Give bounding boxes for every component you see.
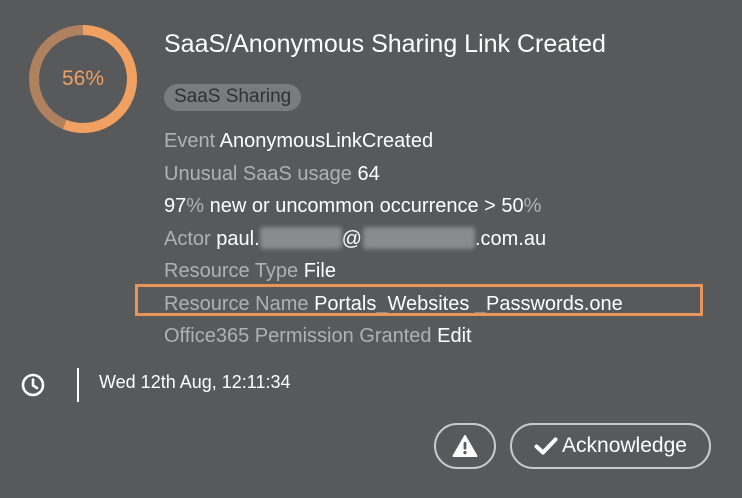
score-value: 56% bbox=[61, 67, 105, 90]
occurrence-pct-2: 50 bbox=[501, 195, 524, 217]
resource-type-value: File bbox=[303, 260, 336, 282]
detail-row-actor: Actor paul. @ .com.au bbox=[164, 223, 623, 256]
occurrence-sign-2: % bbox=[523, 195, 542, 217]
acknowledge-button[interactable]: Acknowledge bbox=[510, 423, 711, 469]
redacted-name bbox=[259, 226, 342, 249]
event-label: Event bbox=[164, 130, 216, 152]
detail-row-permission: Office365 Permission Granted Edit bbox=[164, 320, 623, 353]
clock-icon bbox=[21, 373, 45, 397]
occurrence-text: new or uncommon occurrence > bbox=[204, 195, 502, 217]
unusual-usage-label: Unusual SaaS usage bbox=[164, 162, 352, 185]
warning-icon bbox=[452, 435, 478, 457]
detail-row-event: Event AnonymousLinkCreated bbox=[164, 125, 623, 158]
acknowledge-label: Acknowledge bbox=[562, 434, 687, 457]
timestamp: Wed 12th Aug, 12:11:34 bbox=[99, 372, 291, 392]
warning-button[interactable] bbox=[434, 423, 496, 469]
unusual-usage-value: 64 bbox=[357, 162, 380, 185]
event-value: AnonymousLinkCreated bbox=[219, 130, 434, 152]
checkmark-icon bbox=[534, 437, 558, 455]
breach-footer: Wed 12th Aug, 12:11:34 bbox=[0, 364, 742, 404]
score-ring: 56% bbox=[28, 24, 138, 134]
actor-label: Actor bbox=[164, 227, 211, 250]
footer-divider bbox=[77, 368, 79, 402]
detail-row-occurrence: 97% new or uncommon occurrence > 50% bbox=[164, 190, 623, 223]
actor-at: @ bbox=[341, 227, 362, 250]
occurrence-sign-1: % bbox=[186, 195, 205, 217]
breach-details: Event AnonymousLinkCreated Unusual SaaS … bbox=[164, 125, 623, 353]
breach-title: SaaS/Anonymous Sharing Link Created bbox=[164, 30, 606, 58]
redacted-domain bbox=[362, 226, 475, 249]
resource-name-highlight bbox=[135, 284, 703, 316]
occurrence-pct-1: 97 bbox=[164, 195, 187, 217]
actor-prefix: paul. bbox=[216, 227, 260, 250]
detail-row-unusual-usage: Unusual SaaS usage 64 bbox=[164, 158, 623, 191]
resource-type-label: Resource Type bbox=[164, 260, 299, 282]
permission-value: Edit bbox=[437, 325, 472, 347]
detail-row-resource-type: Resource Type File bbox=[164, 255, 623, 288]
category-tag: SaaS Sharing bbox=[164, 84, 302, 111]
permission-label: Office365 Permission Granted bbox=[164, 325, 432, 347]
actor-suffix: .com.au bbox=[474, 227, 547, 250]
